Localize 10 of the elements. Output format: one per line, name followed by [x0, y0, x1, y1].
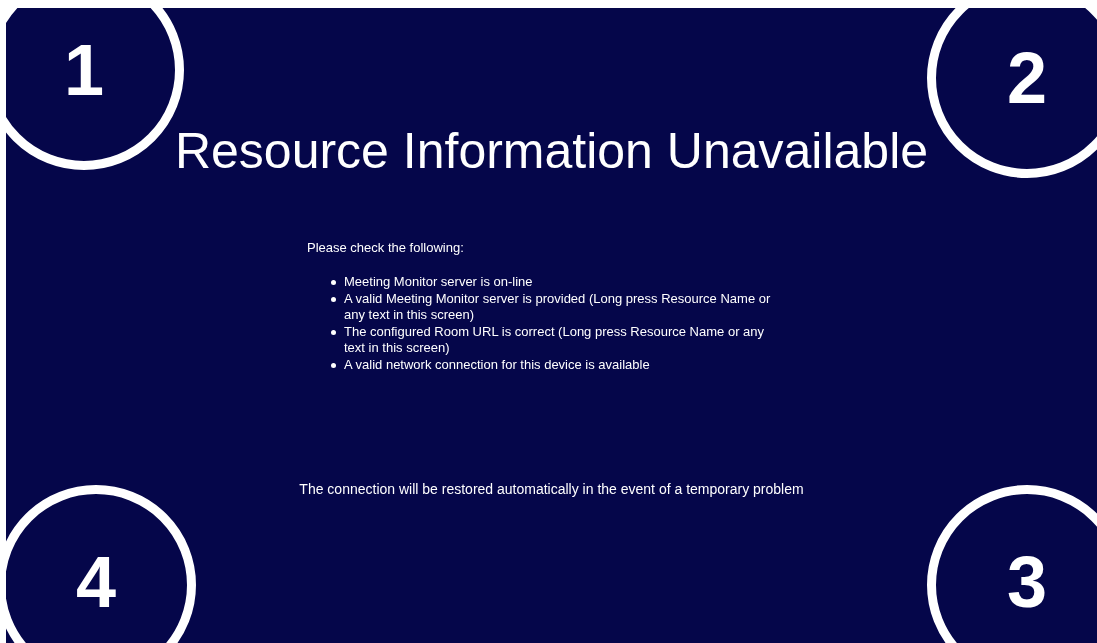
checklist-item: The configured Room URL is correct (Long press Resource Name or any text in this screen) — [344, 323, 766, 356]
bullet-icon — [331, 362, 336, 368]
checklist-item: Meeting Monitor server is on-line — [344, 273, 534, 290]
bullet-icon — [331, 329, 336, 335]
checklist-item: A valid network connection for this device is available — [344, 356, 651, 373]
footer-text: The connection will be restored automatically in the event of a temporary problem — [299, 479, 804, 499]
bullet-icon — [331, 296, 336, 302]
checklist-item: A valid Meeting Monitor server is provided (Long press Resource Name or any text in this screen) — [344, 290, 772, 323]
intro-text: Please check the following: — [307, 239, 465, 257]
bullet-icon — [331, 279, 336, 285]
